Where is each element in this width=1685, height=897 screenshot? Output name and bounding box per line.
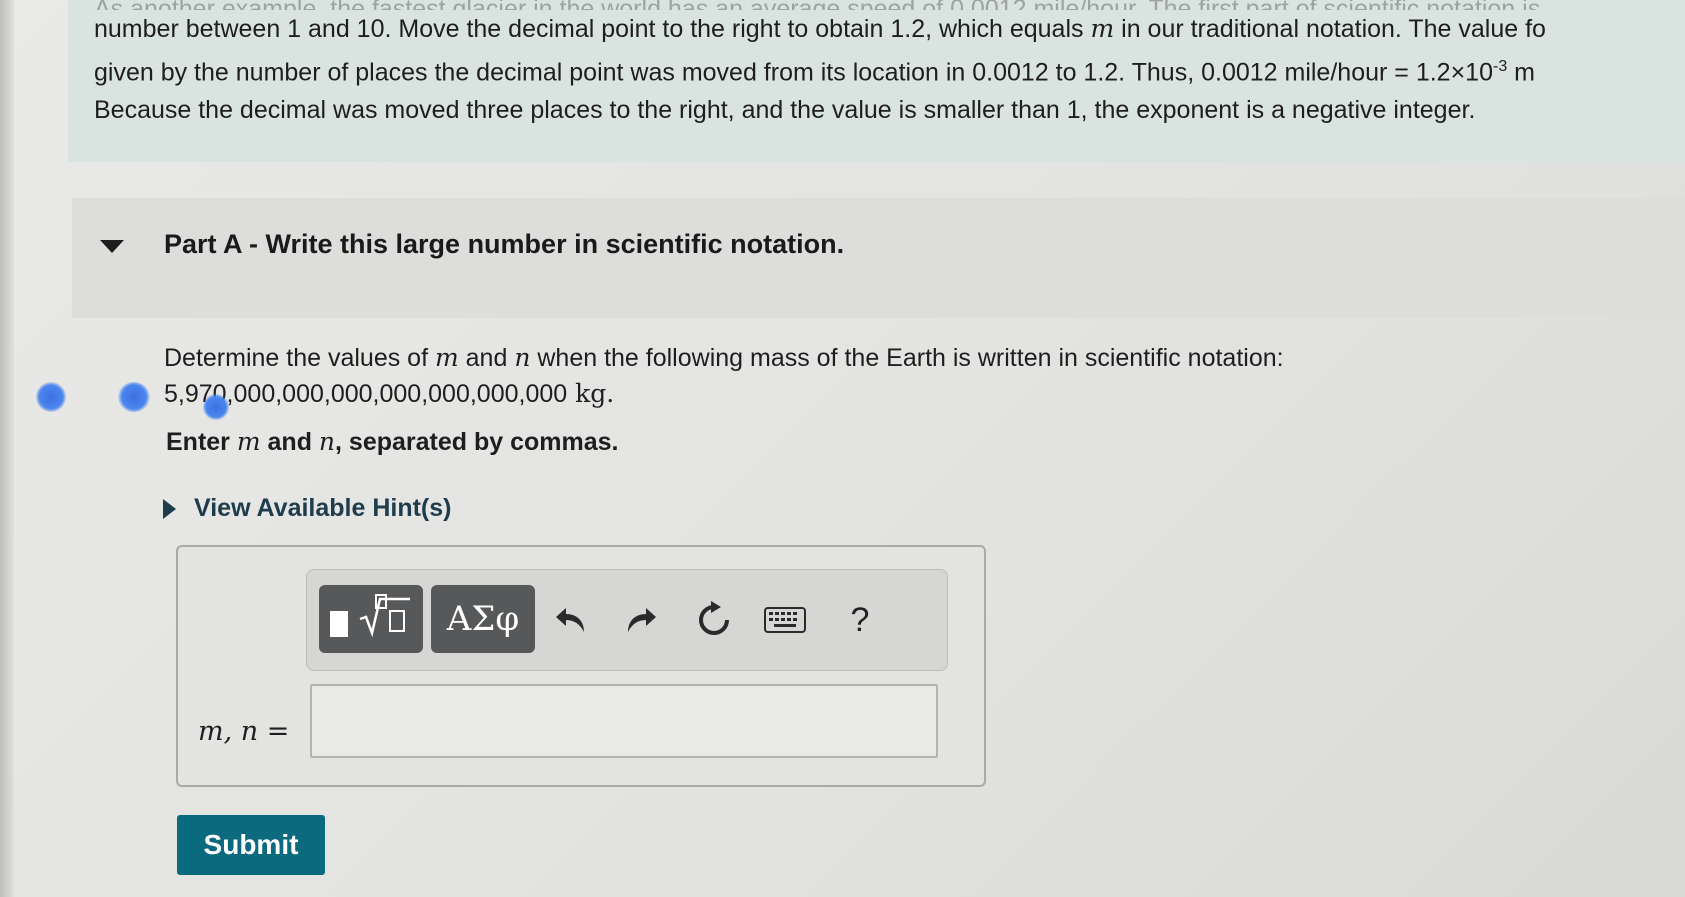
root-template-icon — [356, 593, 412, 645]
intro-line-2: given by the number of places the decima… — [94, 58, 1535, 87]
blue-marker-dot-left — [36, 382, 66, 412]
instruction-text: Enter m and n, separated by commas. — [166, 427, 619, 456]
intro-line-1: number between 1 and 10. Move the decima… — [94, 14, 1546, 43]
redo-icon[interactable] — [613, 592, 667, 648]
page: As another example, the fastest glacier … — [0, 0, 1685, 897]
earth-mass-value: 5,970,000,000,000,000,000,000,000 kg. — [164, 379, 615, 408]
answer-label: m, n = — [198, 716, 290, 747]
submit-button[interactable]: Submit — [177, 815, 325, 875]
template-square-icon — [330, 611, 348, 637]
greek-symbols-button[interactable]: ΑΣφ — [431, 585, 535, 653]
help-button[interactable]: ? — [835, 592, 885, 648]
undo-icon[interactable] — [545, 592, 599, 648]
part-a-title[interactable]: Part A - Write this large number in scie… — [164, 229, 844, 260]
intro-text: As another example, the fastest glacier … — [94, 0, 1685, 129]
page-edge-shadow — [0, 0, 14, 897]
reset-icon[interactable] — [687, 592, 741, 648]
keyboard-icon[interactable] — [755, 592, 815, 648]
view-hints-label: View Available Hint(s) — [194, 494, 452, 522]
blue-marker-dot-number — [203, 394, 229, 420]
question-text: Determine the values of m and n when the… — [164, 340, 1284, 412]
templates-button[interactable] — [319, 585, 423, 653]
expand-caret-icon — [163, 498, 176, 519]
blue-marker-dot-right — [118, 382, 150, 412]
view-hints-toggle[interactable]: View Available Hint(s) — [163, 494, 451, 523]
collapse-caret-icon[interactable] — [100, 240, 124, 253]
intro-line-3: Because the decimal was moved three plac… — [94, 96, 1476, 125]
question-line-1: Determine the values of m and n when the… — [164, 343, 1284, 372]
math-toolbar: ΑΣφ ? — [306, 569, 948, 671]
intro-cut-line: As another example, the fastest glacier … — [94, 0, 1685, 10]
answer-input[interactable] — [310, 684, 938, 758]
